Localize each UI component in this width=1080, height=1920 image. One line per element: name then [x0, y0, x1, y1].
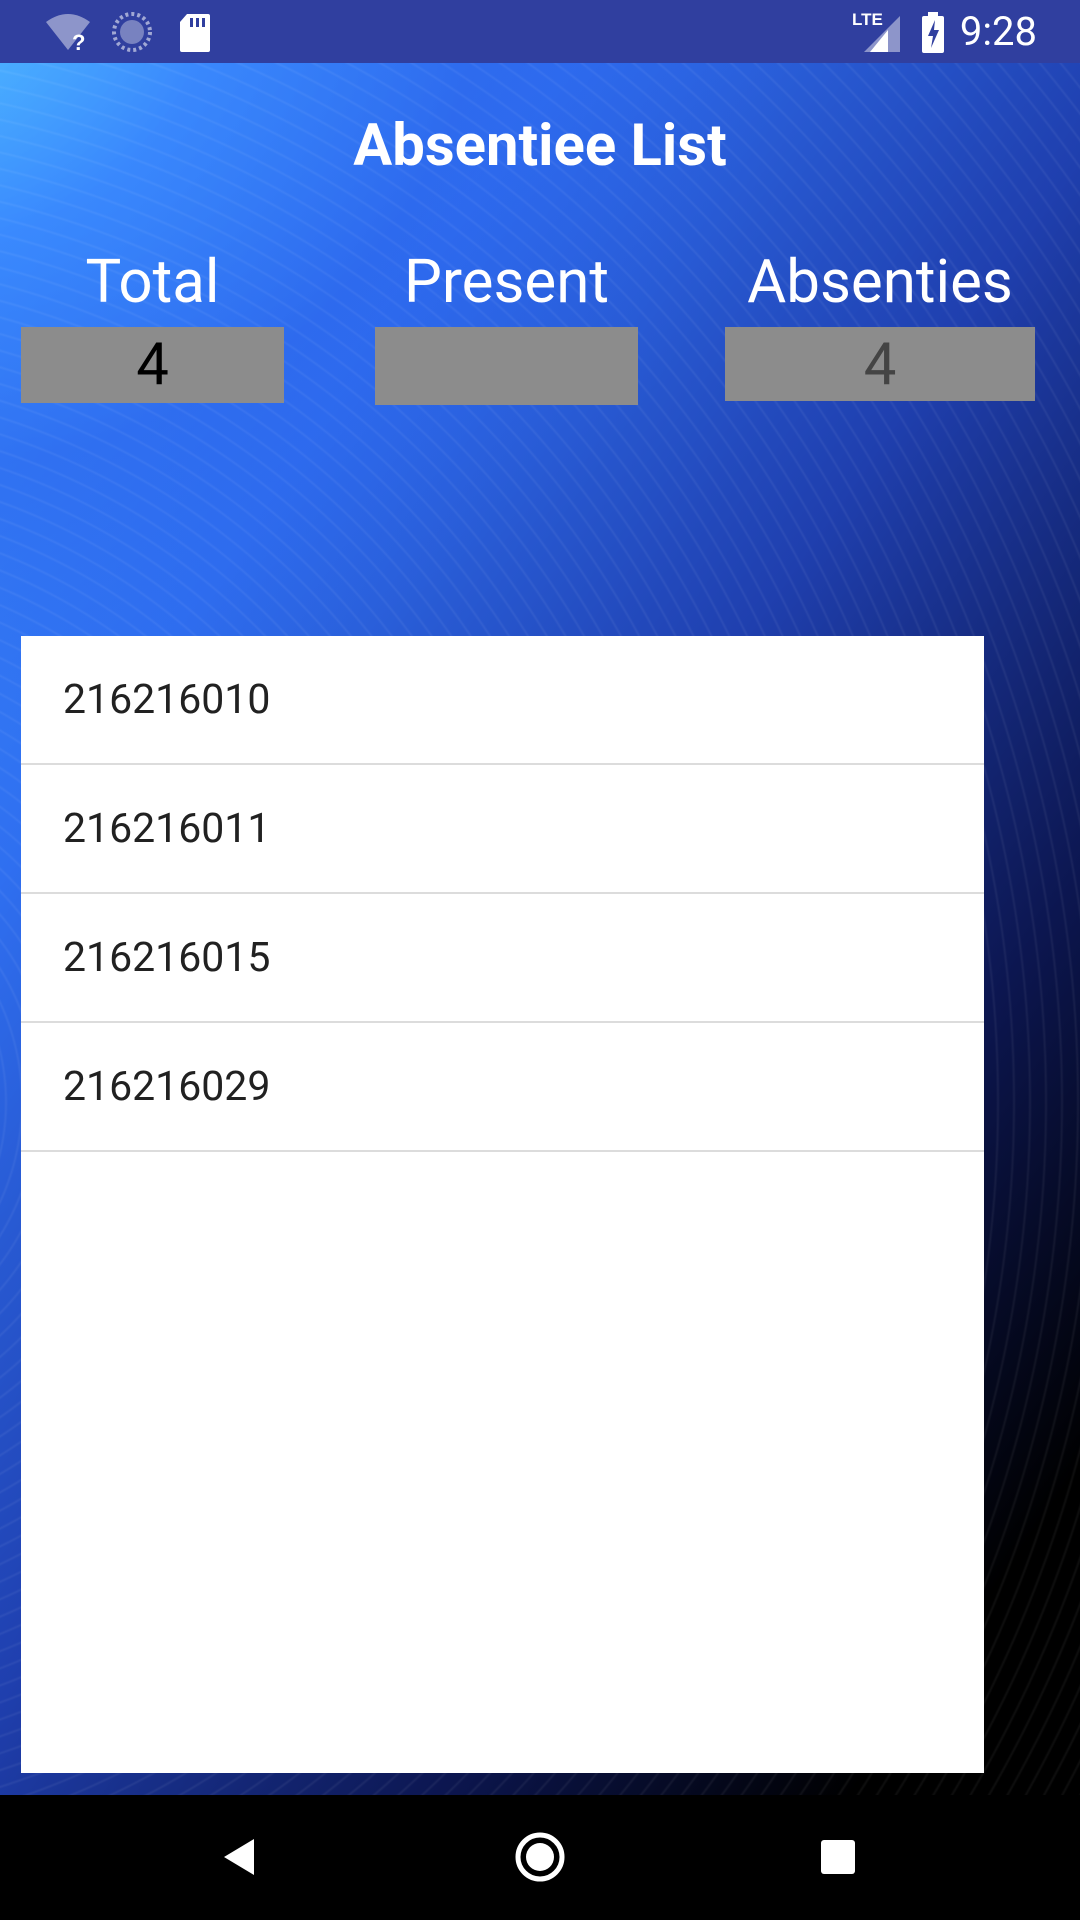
total-value-field: 4: [21, 327, 284, 403]
page-title: Absentiee List: [353, 112, 727, 180]
recents-icon[interactable]: [806, 1825, 870, 1889]
absent-value-field: 4: [725, 327, 1035, 401]
status-time: 9:28: [959, 8, 1037, 55]
list-item[interactable]: 216216011: [21, 765, 984, 894]
lte-signal-icon: [864, 16, 900, 52]
sync-icon: [112, 12, 152, 52]
absentee-list[interactable]: 216216010 216216011 216216015 216216029: [21, 636, 984, 1773]
present-value-field: [375, 327, 638, 405]
list-item[interactable]: 216216029: [21, 1023, 984, 1152]
navigation-bar: [0, 1795, 1080, 1920]
home-icon[interactable]: [508, 1825, 572, 1889]
wifi-unknown-icon: ?: [46, 14, 90, 54]
total-label: Total: [85, 246, 220, 317]
absent-label: Absenties: [747, 246, 1013, 317]
list-item[interactable]: 216216015: [21, 894, 984, 1023]
status-bar: ? LTE 9:28: [0, 0, 1080, 63]
present-label: Present: [404, 246, 609, 317]
back-icon[interactable]: [210, 1825, 274, 1889]
sd-card-icon: [180, 14, 210, 52]
svg-text:?: ?: [72, 30, 85, 54]
list-item[interactable]: 216216010: [21, 636, 984, 765]
battery-charging-icon: [922, 12, 944, 53]
screen: ? LTE 9:28 Absentiee List Total Present …: [0, 0, 1080, 1920]
